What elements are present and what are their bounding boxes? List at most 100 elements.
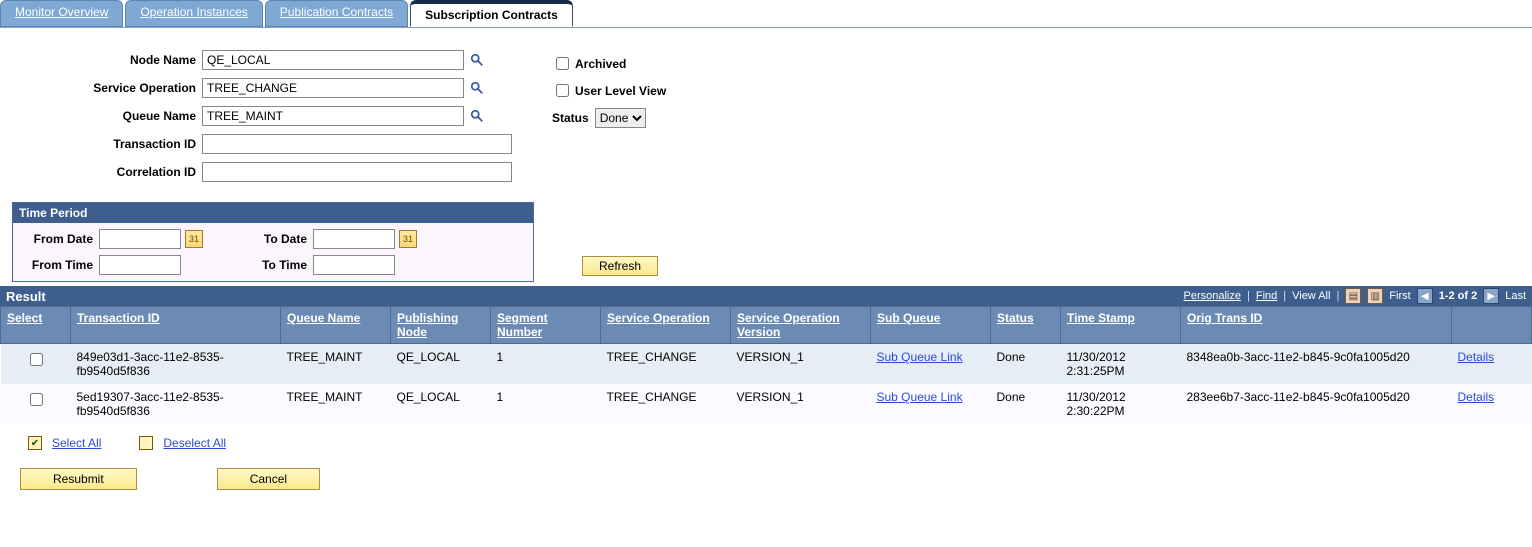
cell-pubnode: QE_LOCAL — [391, 384, 491, 424]
col-orig-trans-id[interactable]: Orig Trans ID — [1181, 307, 1452, 344]
row-select-checkbox[interactable] — [30, 353, 43, 366]
result-header: Result Personalize | Find | View All | ▤… — [0, 286, 1532, 306]
cell-orig: 283ee6b7-3acc-11e2-b845-9c0fa1005d20 — [1181, 384, 1452, 424]
select-links-row: ✔ Select All Deselect All — [0, 424, 1532, 460]
first-link[interactable]: First — [1389, 290, 1410, 302]
cell-txn: 849e03d1-3acc-11e2-8535-fb9540d5f836 — [71, 344, 281, 385]
archived-checkbox[interactable] — [556, 57, 569, 70]
filter-area: Node Name Service Operation Queue Name T… — [0, 46, 1532, 198]
cell-seg: 1 — [491, 384, 601, 424]
from-time-input[interactable] — [99, 255, 181, 275]
to-date-label: To Date — [233, 232, 313, 246]
node-name-lookup-icon[interactable] — [468, 51, 486, 69]
to-time-input[interactable] — [313, 255, 395, 275]
tab-publication-contracts[interactable]: Publication Contracts — [265, 0, 408, 27]
transaction-id-input[interactable] — [202, 134, 512, 154]
from-date-calendar-icon[interactable]: 31 — [185, 230, 203, 248]
details-link[interactable]: Details — [1458, 390, 1495, 404]
view-all-link[interactable]: View All — [1292, 290, 1330, 302]
col-service-operation[interactable]: Service Operation — [601, 307, 731, 344]
table-row: 5ed19307-3acc-11e2-8535-fb9540d5f836 TRE… — [1, 384, 1532, 424]
transaction-id-label: Transaction ID — [12, 137, 202, 151]
time-period-title: Time Period — [13, 203, 533, 223]
col-details — [1452, 307, 1532, 344]
table-row: 849e03d1-3acc-11e2-8535-fb9540d5f836 TRE… — [1, 344, 1532, 385]
service-operation-label: Service Operation — [12, 81, 202, 95]
sub-queue-link[interactable]: Sub Queue Link — [877, 350, 963, 364]
time-period-box: Time Period From Date 31 From Time To Da… — [12, 202, 534, 282]
status-select[interactable]: Done — [595, 108, 646, 128]
cell-orig: 8348ea0b-3acc-11e2-b845-9c0fa1005d20 — [1181, 344, 1452, 385]
result-toolbar: Personalize | Find | View All | ▤ ▥ Firs… — [1184, 288, 1527, 304]
col-queue-name[interactable]: Queue Name — [281, 307, 391, 344]
cell-txn: 5ed19307-3acc-11e2-8535-fb9540d5f836 — [71, 384, 281, 424]
to-date-calendar-icon[interactable]: 31 — [399, 230, 417, 248]
tabs-underline — [0, 27, 1532, 28]
from-date-input[interactable] — [99, 229, 181, 249]
col-transaction-id[interactable]: Transaction ID — [71, 307, 281, 344]
col-segment-number[interactable]: Segment Number — [491, 307, 601, 344]
node-name-label: Node Name — [12, 53, 202, 67]
result-title: Result — [6, 289, 46, 304]
col-select[interactable]: Select — [1, 307, 71, 344]
filters-left: Node Name Service Operation Queue Name T… — [12, 50, 512, 190]
service-operation-lookup-icon[interactable] — [468, 79, 486, 97]
queue-name-input[interactable] — [202, 106, 464, 126]
col-time-stamp[interactable]: Time Stamp — [1061, 307, 1181, 344]
deselect-all-link[interactable]: Deselect All — [163, 436, 226, 450]
refresh-button[interactable]: Refresh — [582, 256, 658, 276]
prev-page-icon[interactable]: ◀ — [1417, 288, 1433, 304]
service-operation-input[interactable] — [202, 78, 464, 98]
cell-status: Done — [991, 344, 1061, 385]
tab-operation-instances[interactable]: Operation Instances — [125, 0, 262, 27]
user-level-view-checkbox[interactable] — [556, 84, 569, 97]
archived-label: Archived — [575, 57, 626, 71]
personalize-link[interactable]: Personalize — [1184, 290, 1241, 302]
cell-svcop: TREE_CHANGE — [601, 344, 731, 385]
resubmit-button[interactable]: Resubmit — [20, 468, 137, 490]
cell-seg: 1 — [491, 344, 601, 385]
zoom-icon[interactable]: ▤ — [1345, 288, 1361, 304]
details-link[interactable]: Details — [1458, 350, 1495, 364]
select-all-icon[interactable]: ✔ — [28, 436, 42, 450]
correlation-id-label: Correlation ID — [12, 165, 202, 179]
node-name-input[interactable] — [202, 50, 464, 70]
queue-name-lookup-icon[interactable] — [468, 107, 486, 125]
user-level-view-label: User Level View — [575, 84, 666, 98]
next-page-icon[interactable]: ▶ — [1483, 288, 1499, 304]
tab-monitor-overview[interactable]: Monitor Overview — [0, 0, 123, 27]
filters-right: Archived User Level View Status Done — [552, 50, 666, 190]
sub-queue-link[interactable]: Sub Queue Link — [877, 390, 963, 404]
deselect-all-icon[interactable] — [139, 436, 153, 450]
cell-svcver: VERSION_1 — [731, 344, 871, 385]
download-icon[interactable]: ▥ — [1367, 288, 1383, 304]
from-date-label: From Date — [19, 232, 99, 246]
cell-svcop: TREE_CHANGE — [601, 384, 731, 424]
cell-status: Done — [991, 384, 1061, 424]
col-status[interactable]: Status — [991, 307, 1061, 344]
select-all-link[interactable]: Select All — [52, 436, 101, 450]
last-link[interactable]: Last — [1505, 290, 1526, 302]
cancel-button[interactable]: Cancel — [217, 468, 320, 490]
tabs-bar: Monitor Overview Operation Instances Pub… — [0, 0, 1532, 27]
range-text: 1-2 of 2 — [1439, 290, 1478, 302]
cell-ts: 11/30/2012 2:30:22PM — [1061, 384, 1181, 424]
col-service-operation-version[interactable]: Service Operation Version — [731, 307, 871, 344]
from-time-label: From Time — [19, 258, 99, 272]
to-date-input[interactable] — [313, 229, 395, 249]
cell-queue: TREE_MAINT — [281, 384, 391, 424]
col-publishing-node[interactable]: Publishing Node — [391, 307, 491, 344]
result-table: Select Transaction ID Queue Name Publish… — [0, 306, 1532, 424]
row-select-checkbox[interactable] — [30, 393, 43, 406]
status-label: Status — [552, 111, 589, 125]
cell-queue: TREE_MAINT — [281, 344, 391, 385]
col-sub-queue[interactable]: Sub Queue — [871, 307, 991, 344]
to-time-label: To Time — [233, 258, 313, 272]
queue-name-label: Queue Name — [12, 109, 202, 123]
correlation-id-input[interactable] — [202, 162, 512, 182]
cell-svcver: VERSION_1 — [731, 384, 871, 424]
find-link[interactable]: Find — [1256, 290, 1277, 302]
cell-pubnode: QE_LOCAL — [391, 344, 491, 385]
tab-subscription-contracts[interactable]: Subscription Contracts — [410, 0, 573, 27]
action-buttons-row: Resubmit Cancel — [0, 460, 1532, 510]
